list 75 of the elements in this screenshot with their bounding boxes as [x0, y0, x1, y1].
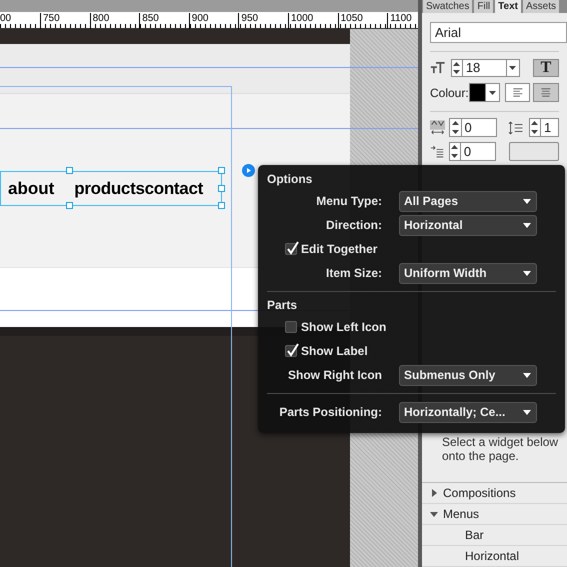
up-arrow-icon: [531, 121, 538, 126]
indent-field[interactable]: 0: [460, 142, 496, 161]
stepper[interactable]: [449, 118, 462, 137]
align-center-icon[interactable]: [533, 83, 559, 102]
down-arrow-icon: [451, 154, 458, 158]
library-item[interactable]: Compositions: [443, 484, 516, 502]
section-heading: Options: [266, 172, 314, 186]
up-arrow-icon: [452, 121, 459, 126]
checkbox-label[interactable]: Show Left Icon: [301, 318, 386, 336]
option-label: Direction:: [324, 217, 382, 234]
dropdown-arrow-button[interactable]: [486, 83, 500, 102]
library-item[interactable]: Menus: [443, 505, 480, 523]
option-dropdown[interactable]: Submenus Only: [399, 364, 537, 386]
font-size-field[interactable]: 18: [462, 59, 507, 77]
bold-button[interactable]: T: [532, 59, 559, 77]
down-arrow-icon: [488, 90, 496, 94]
down-arrow-icon: [453, 70, 460, 74]
tracking-icon: [430, 118, 446, 136]
font-size-icon: [430, 61, 446, 75]
dropdown-arrow-icon: [523, 222, 531, 228]
resize-handle[interactable]: [218, 167, 225, 174]
colour-label: Colour:: [430, 84, 469, 102]
stepper[interactable]: [448, 142, 461, 161]
down-arrow-icon: [509, 66, 516, 70]
resize-handle[interactable]: [66, 167, 73, 174]
checkbox[interactable]: [285, 345, 297, 357]
tracking-field[interactable]: 0: [462, 118, 498, 137]
collapsed-triangle-icon[interactable]: [430, 489, 438, 497]
menu-item[interactable]: about: [8, 180, 54, 197]
option-label: Parts Positioning:: [278, 404, 382, 421]
dropdown-arrow-icon: [523, 410, 531, 414]
dropdown-arrow-icon: [523, 372, 531, 378]
leading-field[interactable]: 1: [540, 118, 560, 137]
stepper[interactable]: [528, 118, 541, 137]
panel-button[interactable]: [508, 142, 559, 161]
hint-text: Select a widget below: [442, 435, 560, 449]
options-toggle-icon[interactable]: [242, 164, 255, 177]
option-dropdown[interactable]: All Pages: [399, 190, 537, 212]
checkbox-label[interactable]: Show Label: [301, 342, 368, 360]
resize-handle[interactable]: [218, 185, 225, 192]
colour-swatch[interactable]: [468, 83, 486, 102]
align-left-icon[interactable]: [504, 83, 530, 102]
resize-handle[interactable]: [218, 202, 225, 209]
stepper[interactable]: [450, 59, 463, 77]
expanded-triangle-icon[interactable]: [430, 510, 438, 518]
library-item[interactable]: Bar: [465, 526, 484, 544]
section-heading: Parts: [266, 298, 298, 312]
option-label: Menu Type:: [315, 193, 382, 210]
font-field[interactable]: Arial: [430, 22, 567, 43]
dropdown-arrow-button[interactable]: [506, 59, 520, 77]
panel-tab[interactable]: Text: [495, 0, 521, 13]
checkbox[interactable]: [285, 321, 297, 333]
down-arrow-icon: [531, 130, 538, 134]
checkbox-label[interactable]: Edit Together: [301, 240, 378, 258]
leading-icon: [508, 120, 524, 136]
option-label: Show Right Icon: [287, 367, 382, 384]
menu-item[interactable]: productscontact: [74, 180, 203, 197]
checkbox[interactable]: [285, 243, 297, 255]
dropdown-arrow-icon: [523, 270, 531, 276]
hint-text: onto the page.: [442, 449, 520, 463]
ruler-label: 00: [0, 13, 12, 26]
resize-handle[interactable]: [66, 202, 73, 209]
up-arrow-icon: [453, 62, 460, 66]
option-dropdown[interactable]: Uniform Width: [399, 262, 537, 284]
up-arrow-icon: [451, 145, 458, 150]
indent-icon: [430, 144, 445, 160]
dropdown-arrow-icon: [523, 198, 531, 204]
panel-tab[interactable]: Fill: [474, 0, 494, 13]
option-label: Item Size:: [324, 265, 382, 282]
option-dropdown[interactable]: Horizontally; Ce...: [399, 402, 537, 422]
library-item[interactable]: Horizontal: [465, 547, 520, 565]
panel-tab[interactable]: Swatches: [423, 0, 472, 13]
option-dropdown[interactable]: Horizontal: [399, 214, 537, 236]
panel-tab[interactable]: Assets: [522, 0, 559, 13]
down-arrow-icon: [452, 130, 459, 134]
